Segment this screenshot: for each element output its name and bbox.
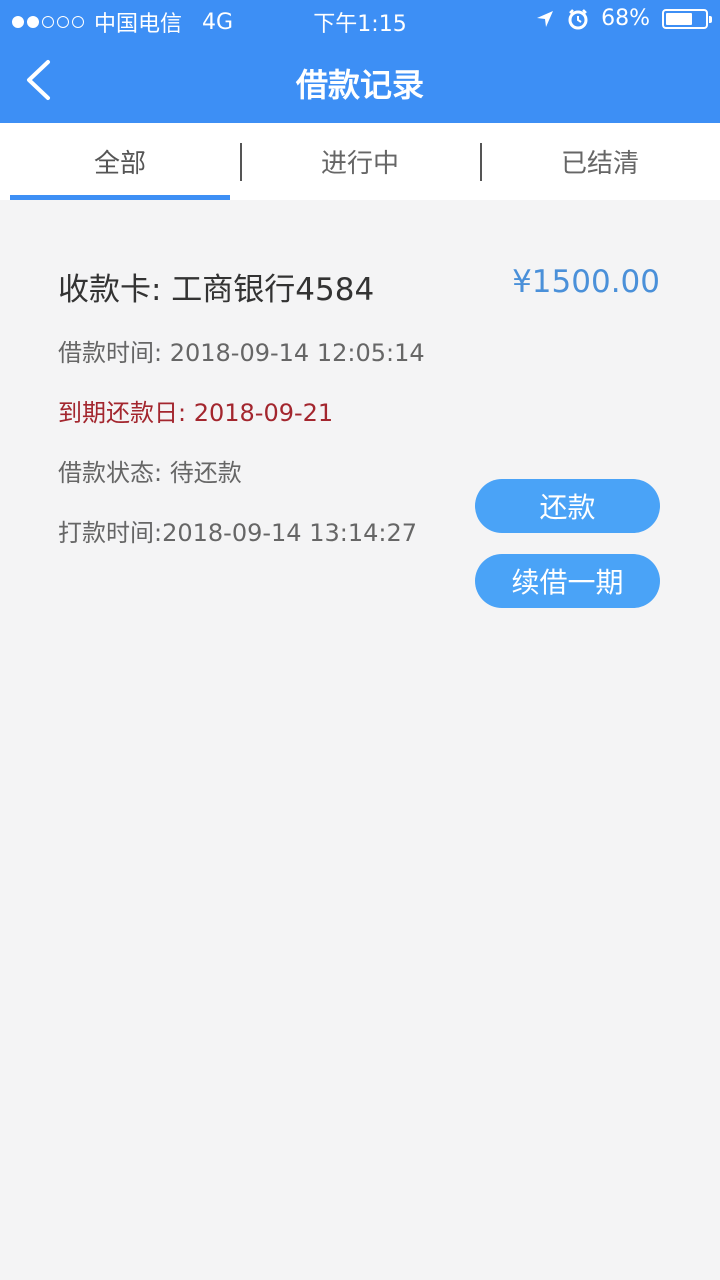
loan-time: 借款时间: 2018-09-14 12:05:14 (58, 339, 425, 367)
transfer-time: 打款时间:2018-09-14 13:14:27 (58, 519, 417, 547)
nav-bar: 借款记录 (0, 40, 720, 123)
battery-level (666, 12, 692, 25)
receiving-card: 收款卡: 工商银行4584 (58, 272, 375, 308)
repay-button[interactable]: 还款 (475, 479, 660, 533)
tab-bar: 全部 进行中 已结清 (0, 123, 720, 200)
battery-percent: 68% (601, 6, 650, 31)
alarm-clock-icon (568, 8, 588, 29)
page-title: 借款记录 (295, 66, 424, 104)
loan-record-card: 收款卡: 工商银行4584 ¥1500.00 借款时间: 2018-09-14 … (0, 200, 720, 640)
location-arrow-icon (537, 10, 554, 27)
loan-amount: ¥1500.00 (512, 264, 660, 300)
tab-settled[interactable]: 已结清 (480, 123, 720, 200)
loan-status: 借款状态: 待还款 (58, 459, 242, 487)
renew-button[interactable]: 续借一期 (475, 554, 660, 608)
status-bar: 中国电信 4G 下午1:15 68% (0, 0, 720, 40)
header: 中国电信 4G 下午1:15 68% 借款记录 (0, 0, 720, 123)
battery-icon (662, 8, 712, 29)
tab-all[interactable]: 全部 (0, 123, 240, 200)
tab-in-progress[interactable]: 进行中 (240, 123, 480, 200)
due-date: 到期还款日: 2018-09-21 (58, 399, 334, 427)
status-right: 68% (535, 6, 712, 31)
